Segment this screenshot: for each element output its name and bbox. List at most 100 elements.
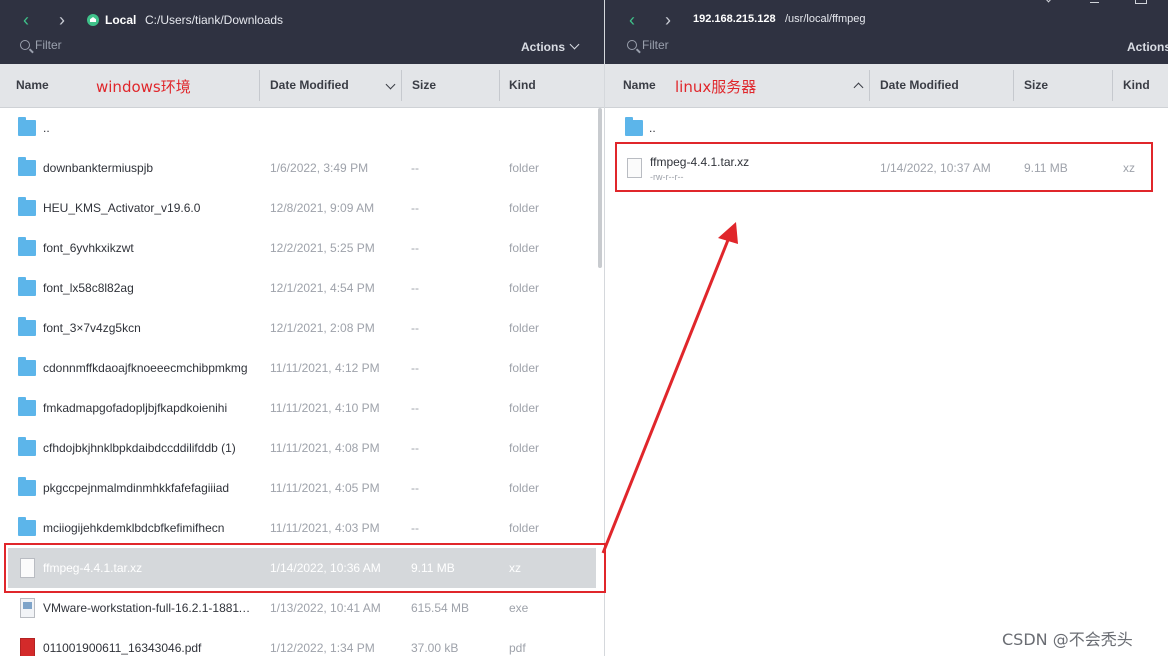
file-name: VMware-workstation-full-16.2.1-18811642.… xyxy=(43,601,253,615)
folder-icon xyxy=(18,117,36,136)
file-name: 01100190061​1_16343046.pdf xyxy=(43,641,202,655)
sort-chevron-up-icon[interactable] xyxy=(853,82,864,93)
minimize-bar-icon[interactable] xyxy=(1090,0,1099,3)
table-row[interactable]: mciiogijehkdemklbdcbfkefimifhecn 11/11/20… xyxy=(0,508,604,548)
sort-chevron-down-icon[interactable] xyxy=(385,79,396,90)
table-row[interactable]: pkgccpejnmalmdinmhkkfafefagiiiad 11/11/20… xyxy=(0,468,604,508)
file-date: 1/6/2022, 3:49 PM xyxy=(270,161,369,175)
folder-icon xyxy=(18,397,36,416)
table-row[interactable]: fmkadmapgofadopljbjfkapdkoienihi 11/11/20… xyxy=(0,388,604,428)
file-date: 1/12/2022, 1:34 PM xyxy=(270,641,375,655)
file-size: -- xyxy=(411,161,419,175)
column-size[interactable]: Size xyxy=(412,64,436,107)
minimize-icon[interactable] xyxy=(1043,0,1054,3)
column-date-modified[interactable]: Date Modified xyxy=(270,64,349,107)
table-row[interactable]: HEU_KMS_Activator_v19.6.0 12/8/2021, 9:09… xyxy=(0,188,604,228)
column-kind[interactable]: Kind xyxy=(509,64,536,107)
table-row[interactable]: cdonnmffkdaoajfknoeeecmchibpmkmg 11/11/20… xyxy=(0,348,604,388)
annotation-linux: linux服务器 xyxy=(675,78,757,96)
file-size: 37.00 kB xyxy=(411,641,459,655)
file-date: 11/11/2021, 4:08 PM xyxy=(270,441,380,455)
table-row-selected[interactable]: ffmpeg-4.4.1.tar.xz 1/14/2022, 10:36 AM 9.… xyxy=(0,548,604,588)
remote-toolbar: ‹ › 192.168.215.128 /usr/local/ffmpeg Fi… xyxy=(605,0,1168,64)
pdf-icon xyxy=(20,638,35,656)
file-kind: exe xyxy=(509,601,529,615)
table-row[interactable]: VMware-workstation-full-16.2.1-18811642.… xyxy=(0,588,604,628)
folder-icon xyxy=(18,477,36,496)
column-name[interactable]: Name xyxy=(16,64,49,107)
file-kind: folder xyxy=(509,241,540,255)
column-divider[interactable] xyxy=(869,70,870,101)
file-kind xyxy=(509,108,569,148)
column-divider[interactable] xyxy=(401,70,402,101)
file-kind: folder xyxy=(509,481,540,495)
table-row[interactable]: cfhdojbkjhnklbpkdaibdccddilifddb (1) 11/1… xyxy=(0,428,604,468)
file-date: 12/1/2021, 4:54 PM xyxy=(270,281,375,295)
host-address[interactable]: 192.168.215.128 xyxy=(693,13,776,25)
file-name: cfhdojbkjhnklbpkdaibdccddilifddb (1) xyxy=(43,441,236,455)
column-size[interactable]: Size xyxy=(1024,64,1048,107)
file-name: font_6yvhkxikzwt xyxy=(43,241,134,255)
folder-icon xyxy=(18,357,36,376)
folder-icon xyxy=(18,157,36,176)
location-name[interactable]: Local xyxy=(105,13,136,27)
folder-icon xyxy=(18,437,36,456)
file-kind: folder xyxy=(509,201,540,215)
list-item[interactable]: ffmpeg-4.4.1.tar.xz -rw-r--r-- 1/14/2022… xyxy=(605,148,1168,188)
actions-menu-button[interactable]: Actions xyxy=(521,39,580,54)
file-date: 1/13/2022, 10:41 AM xyxy=(270,601,381,615)
column-name[interactable]: Name xyxy=(623,64,656,107)
column-divider[interactable] xyxy=(259,70,260,101)
file-size: -- xyxy=(411,281,419,295)
path-breadcrumb[interactable]: /usr/local/ffmpeg xyxy=(785,13,866,25)
table-row[interactable]: font_lx58c8l82ag 12/1/2021, 4:54 PM -- fold… xyxy=(0,268,604,308)
file-name: downbanktermiuspjb xyxy=(43,161,154,175)
file-kind: folder xyxy=(509,361,540,375)
file-size: -- xyxy=(411,241,419,255)
search-icon xyxy=(627,40,637,50)
actions-menu-button[interactable]: Actions xyxy=(1127,40,1168,54)
back-arrow-icon[interactable]: ‹ xyxy=(622,10,642,30)
search-icon xyxy=(20,40,30,50)
filter-input[interactable]: Filter xyxy=(627,38,669,52)
file-size: -- xyxy=(411,401,419,415)
file-name: pkgccpejnmalmdinmhkkfafefagiiiad xyxy=(43,481,230,495)
back-arrow-icon[interactable]: ‹ xyxy=(16,10,36,30)
folder-icon xyxy=(625,117,643,136)
filter-placeholder: Filter xyxy=(642,38,669,52)
filter-input[interactable]: Filter xyxy=(20,38,62,52)
forward-arrow-icon[interactable]: › xyxy=(52,10,72,30)
column-date-modified[interactable]: Date Modified xyxy=(880,64,959,107)
scrollbar-thumb[interactable] xyxy=(598,108,602,268)
file-date: 11/11/2021, 4:05 PM xyxy=(270,481,380,495)
file-kind: xz xyxy=(1123,161,1135,175)
actions-label: Actions xyxy=(1127,40,1168,54)
column-divider[interactable] xyxy=(499,70,500,101)
forward-arrow-icon[interactable]: › xyxy=(658,10,678,30)
file-name: ffmpeg-4.4.1.tar.xz xyxy=(43,561,143,575)
file-size: -- xyxy=(411,481,419,495)
table-row[interactable]: .. xyxy=(0,108,604,148)
folder-icon xyxy=(18,317,36,336)
table-row[interactable]: 01100190061​1_16343046.pdf 1/12/2022, 1:3… xyxy=(0,628,604,656)
file-name: cdonnmffkdaoajfknoeeecmchibpmkmg xyxy=(43,361,248,375)
table-row[interactable]: font_3×7v4zg5kcn 12/1/2021, 2:08 PM -- fold… xyxy=(0,308,604,348)
file-date: 12/2/2021, 5:25 PM xyxy=(270,241,375,255)
maximize-icon[interactable] xyxy=(1135,0,1147,4)
file-size: 9.11 MB xyxy=(1024,161,1068,175)
folder-icon xyxy=(18,237,36,256)
file-date: 11/11/2021, 4:12 PM xyxy=(270,361,380,375)
watermark: CSDN @不会秃头 xyxy=(1002,630,1133,649)
table-row[interactable]: downbanktermiuspjb 1/6/2022, 3:49 PM -- fol… xyxy=(0,148,604,188)
table-row[interactable]: font_6yvhkxikzwt 12/2/2021, 5:25 PM -- fold… xyxy=(0,228,604,268)
column-divider[interactable] xyxy=(1013,70,1014,101)
file-kind: folder xyxy=(509,321,540,335)
column-kind[interactable]: Kind xyxy=(1123,64,1150,107)
file-name: .. xyxy=(43,121,50,135)
local-pane: ‹ › Local C:/Users/tiank/Downloads Filte… xyxy=(0,0,604,656)
path-breadcrumb[interactable]: C:/Users/tiank/Downloads xyxy=(145,13,283,27)
local-toolbar: ‹ › Local C:/Users/tiank/Downloads Filte… xyxy=(0,0,604,64)
column-divider[interactable] xyxy=(1112,70,1113,101)
home-icon xyxy=(87,14,99,26)
exe-icon xyxy=(20,598,35,618)
